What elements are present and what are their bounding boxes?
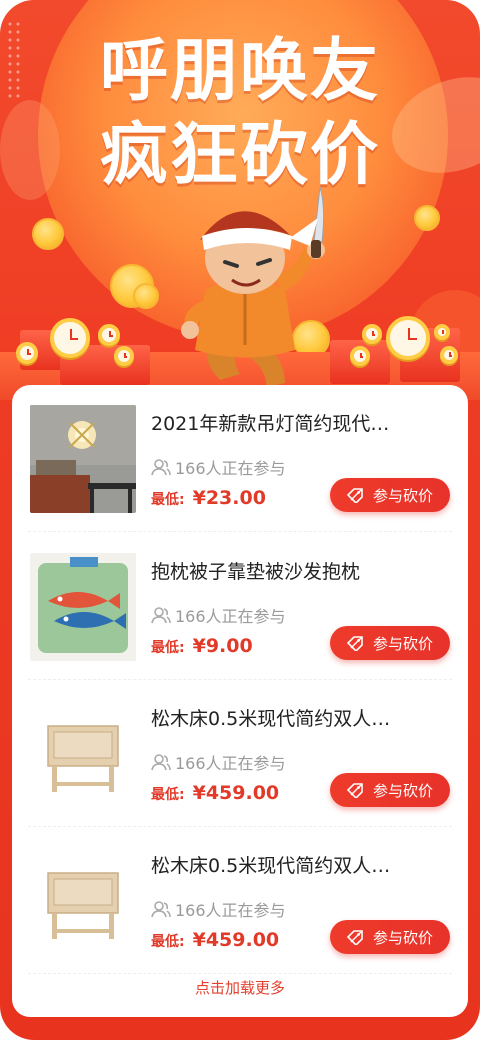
hero-title: 呼朋唤友 疯狂砍价	[0, 30, 480, 198]
join-bargain-button[interactable]: 参与砍价	[330, 773, 450, 807]
wall-lamp-image	[30, 405, 136, 513]
participants-info: 166人正在参与	[151, 603, 286, 627]
clock-icon	[350, 346, 370, 366]
product-image	[30, 553, 136, 661]
price-value: ¥9.00	[192, 635, 253, 657]
promo-screen: 呼朋唤友 疯狂砍价 2021年新款吊灯简约现代… 166人正在参与 最低: ¥2…	[0, 0, 480, 1040]
clock-icon	[50, 318, 90, 358]
participants-info: 166人正在参与	[151, 897, 286, 921]
nightstand-image	[30, 847, 136, 955]
price-value: ¥459.00	[192, 782, 280, 804]
participants-count: 166人正在参与	[175, 901, 286, 920]
product-image	[30, 405, 136, 513]
product-name[interactable]: 2021年新款吊灯简约现代…	[151, 409, 441, 436]
people-icon	[151, 754, 171, 771]
price-label: 最低:	[151, 934, 185, 950]
hero-banner: 呼朋唤友 疯狂砍价	[0, 0, 480, 400]
join-bargain-label: 参与砍价	[372, 634, 433, 653]
join-bargain-label: 参与砍价	[372, 486, 433, 505]
fish-pillow-image	[30, 553, 136, 661]
product-name[interactable]: 抱枕被子靠垫被沙发抱枕	[151, 557, 441, 584]
nightstand-image	[30, 700, 136, 808]
clock-icon	[362, 324, 382, 344]
price-label: 最低:	[151, 492, 185, 508]
product-item[interactable]: 抱枕被子靠垫被沙发抱枕 166人正在参与 最低: ¥9.00 参与砍价	[28, 533, 452, 680]
product-name[interactable]: 松木床0.5米现代简约双人…	[151, 704, 441, 731]
people-icon	[151, 607, 171, 624]
product-list-card: 2021年新款吊灯简约现代… 166人正在参与 最低: ¥23.00 参与砍价 …	[12, 385, 468, 1017]
join-bargain-label: 参与砍价	[372, 928, 433, 947]
join-bargain-button[interactable]: 参与砍价	[330, 626, 450, 660]
price-tag-icon	[346, 636, 363, 651]
price-block: 最低: ¥23.00	[151, 487, 266, 509]
product-name[interactable]: 松木床0.5米现代简约双人…	[151, 851, 441, 878]
participants-count: 166人正在参与	[175, 754, 286, 773]
join-bargain-button[interactable]: 参与砍价	[330, 478, 450, 512]
product-image	[30, 847, 136, 955]
people-icon	[151, 901, 171, 918]
price-block: 最低: ¥459.00	[151, 929, 279, 951]
product-item[interactable]: 2021年新款吊灯简约现代… 166人正在参与 最低: ¥23.00 参与砍价	[28, 385, 452, 532]
clock-icon	[98, 324, 120, 346]
coin-icon	[414, 205, 440, 231]
participants-count: 166人正在参与	[175, 607, 286, 626]
participants-count: 166人正在参与	[175, 459, 286, 478]
join-bargain-button[interactable]: 参与砍价	[330, 920, 450, 954]
price-tag-icon	[346, 930, 363, 945]
price-label: 最低:	[151, 640, 185, 656]
price-value: ¥23.00	[192, 487, 266, 509]
price-value: ¥459.00	[192, 929, 280, 951]
clock-icon	[434, 324, 450, 340]
coin-icon	[32, 218, 64, 250]
price-label: 最低:	[151, 787, 185, 803]
product-image	[30, 700, 136, 808]
join-bargain-label: 参与砍价	[372, 781, 433, 800]
clock-icon	[114, 346, 134, 366]
coin-icon	[133, 283, 159, 309]
price-tag-icon	[346, 488, 363, 503]
load-more-link[interactable]: 点击加载更多	[12, 977, 468, 998]
mascot-illustration	[181, 186, 325, 387]
price-block: 最低: ¥459.00	[151, 782, 279, 804]
clock-icon	[16, 342, 38, 364]
price-tag-icon	[346, 783, 363, 798]
participants-info: 166人正在参与	[151, 455, 286, 479]
product-item[interactable]: 松木床0.5米现代简约双人… 166人正在参与 最低: ¥459.00 参与砍价	[28, 827, 452, 974]
clock-icon	[386, 316, 430, 360]
people-icon	[151, 459, 171, 476]
participants-info: 166人正在参与	[151, 750, 286, 774]
hero-title-line1: 呼朋唤友	[99, 32, 380, 111]
price-block: 最低: ¥9.00	[151, 635, 253, 657]
clock-icon	[440, 346, 458, 364]
product-item[interactable]: 松木床0.5米现代简约双人… 166人正在参与 最低: ¥459.00 参与砍价	[28, 680, 452, 827]
